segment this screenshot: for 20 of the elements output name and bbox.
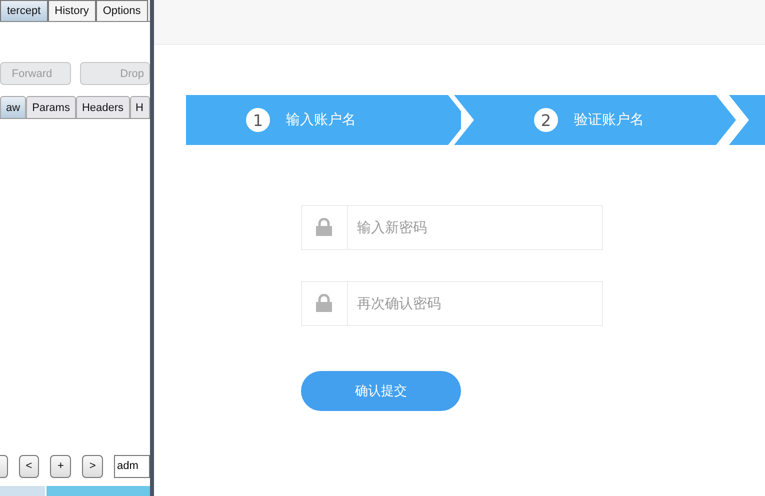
tab[interactable]: Headers	[76, 96, 130, 118]
step-label: 输入账户名	[286, 111, 356, 129]
tab[interactable]: tercept	[0, 0, 48, 21]
step-label: 验证账户名	[574, 111, 644, 129]
toolbar-button[interactable]	[0, 454, 8, 478]
step-number: 2	[534, 108, 558, 132]
tab[interactable]: Options	[96, 0, 148, 21]
password-field[interactable]: 输入新密码	[301, 205, 603, 250]
tab[interactable]: Params	[26, 96, 76, 118]
password-field[interactable]: 再次确认密码	[301, 281, 603, 326]
tab[interactable]: aw	[0, 96, 26, 118]
tab[interactable]: H	[130, 96, 150, 118]
tab[interactable]: History	[48, 0, 96, 21]
search-field[interactable]: adm	[114, 454, 150, 478]
step-number: 1	[246, 108, 270, 132]
lock-icon	[316, 294, 332, 312]
lock-icon	[316, 218, 332, 236]
search-nav-button[interactable]: >	[82, 454, 103, 478]
search-nav-button[interactable]: <	[18, 454, 40, 478]
search-nav-button[interactable]: +	[50, 454, 72, 478]
